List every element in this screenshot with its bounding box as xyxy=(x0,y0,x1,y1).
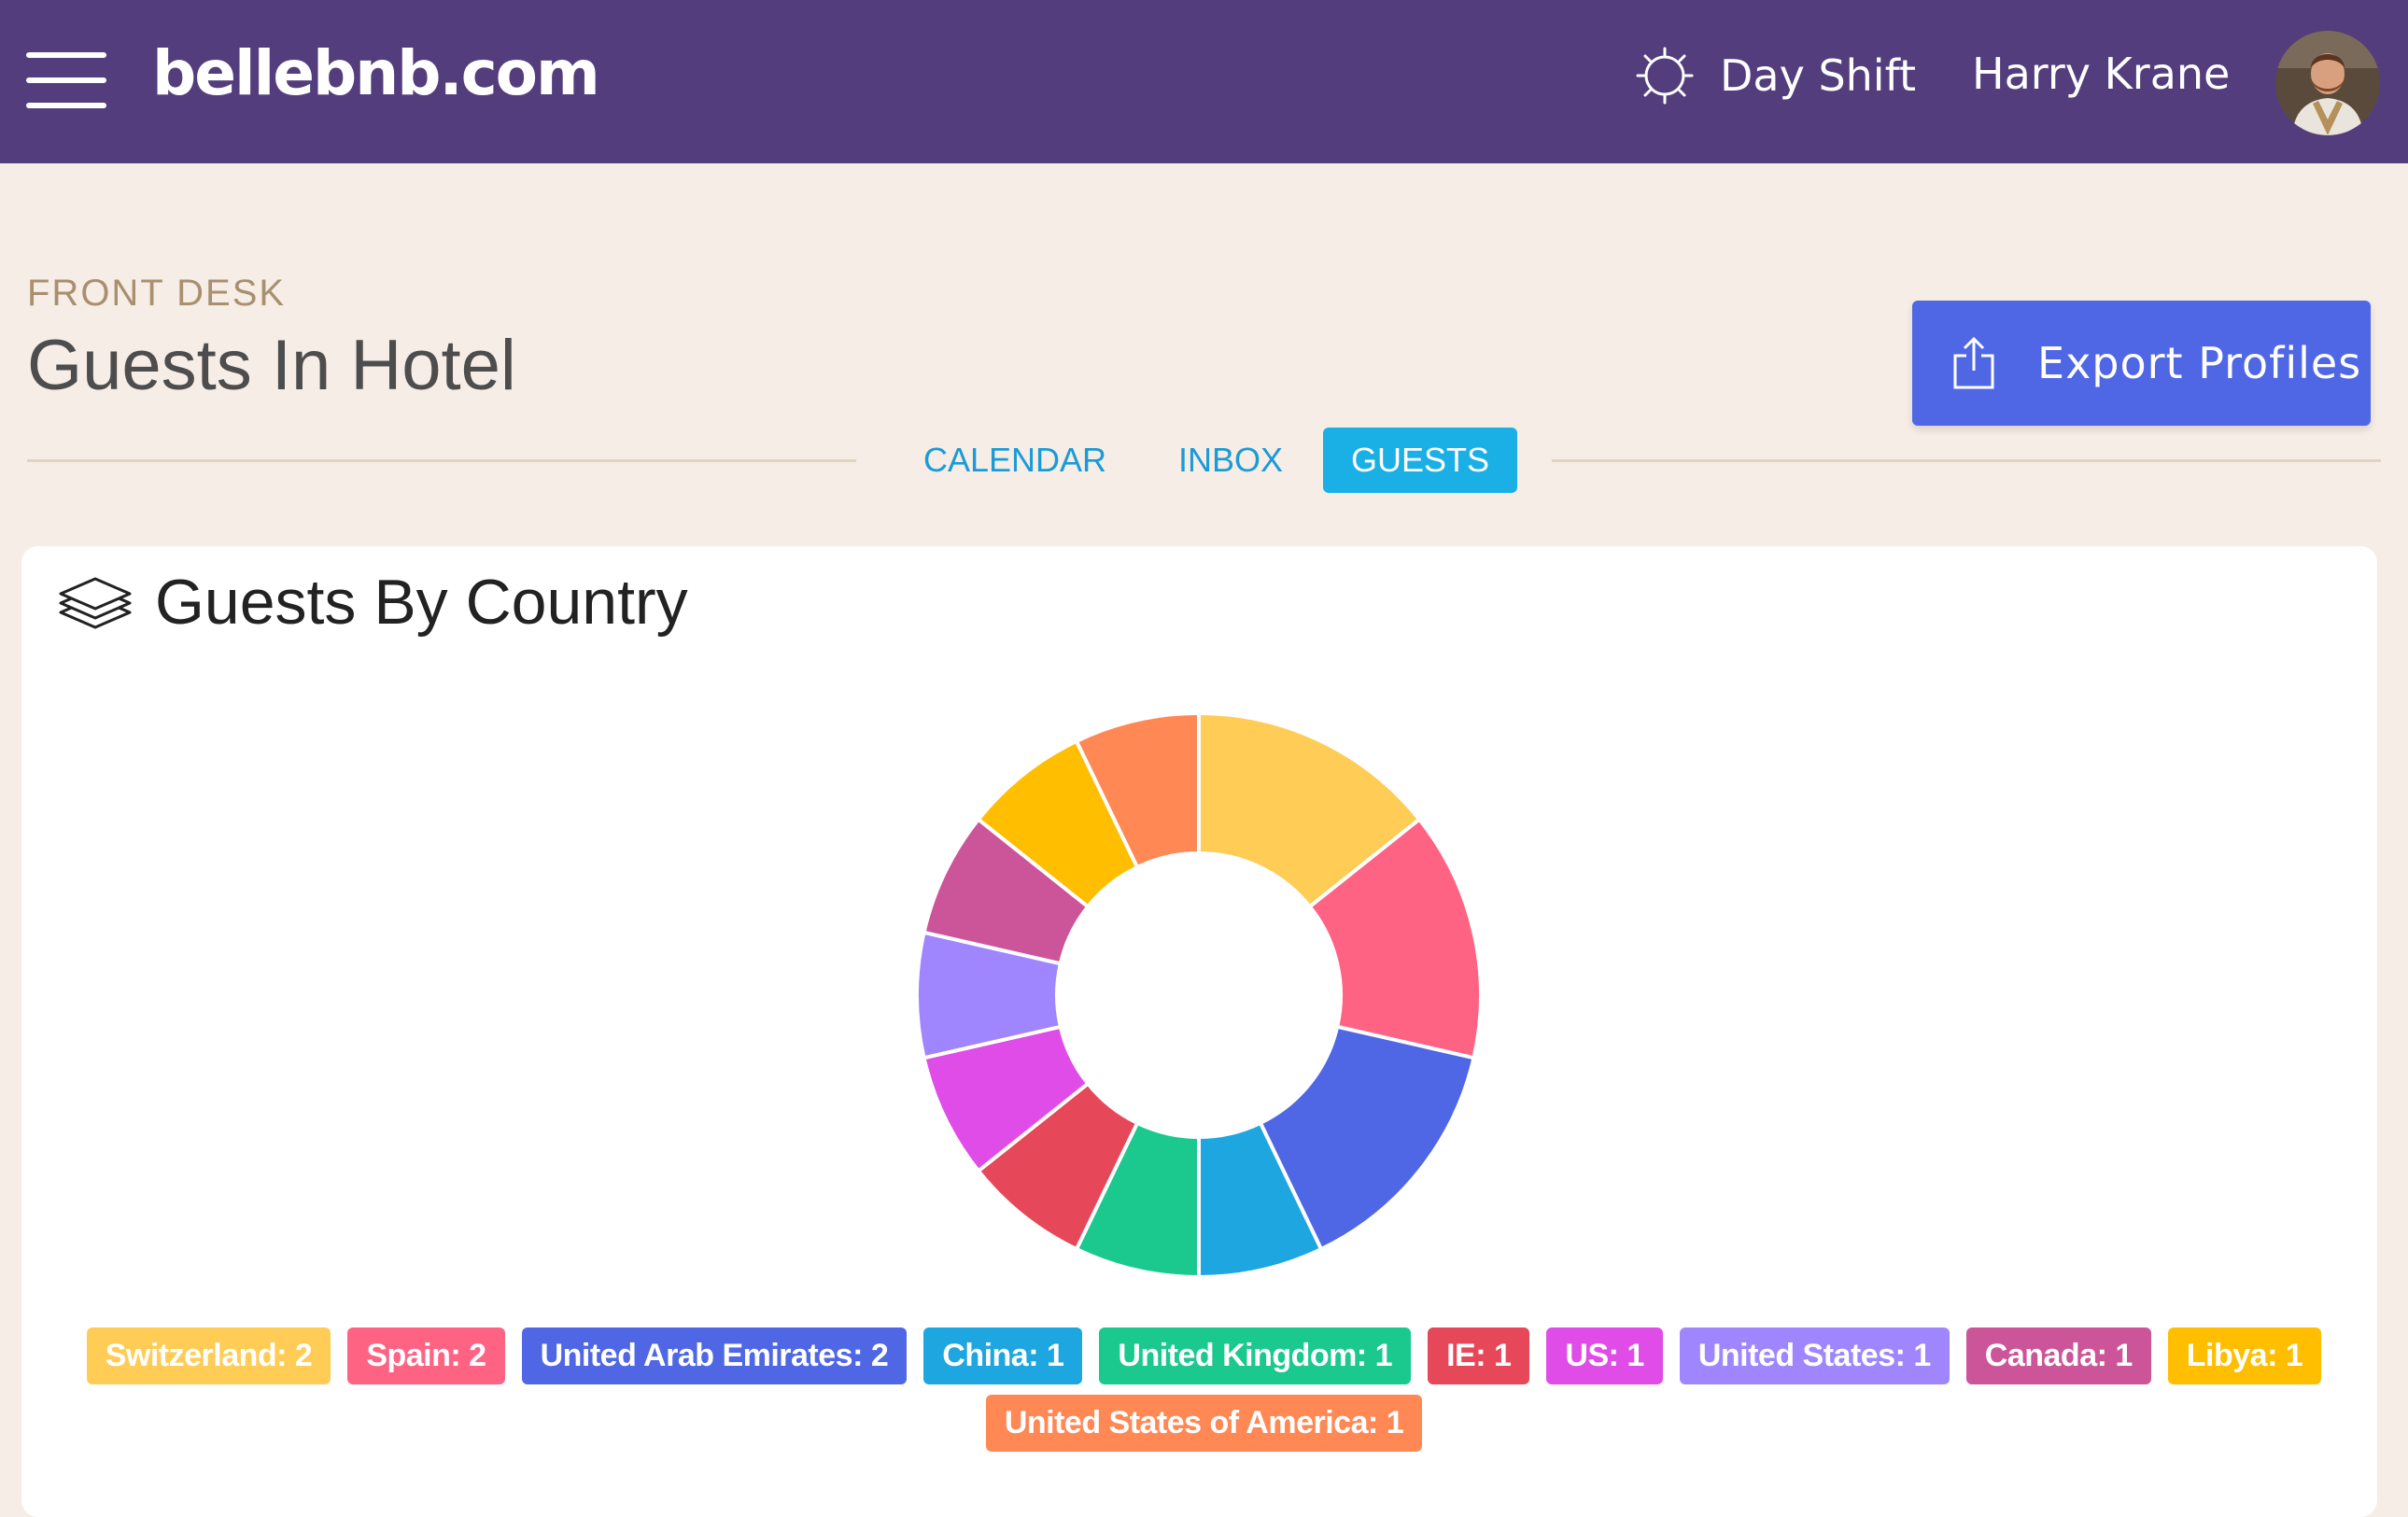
tab-guests[interactable]: GUESTS xyxy=(1323,428,1517,493)
shift-toggle[interactable]: Day Shift xyxy=(1636,43,1916,108)
export-profiles-label: Export Profiles xyxy=(2037,338,2362,388)
legend-item-united-states[interactable]: United States: 1 xyxy=(1679,1327,1950,1384)
legend-item-us[interactable]: US: 1 xyxy=(1546,1327,1663,1384)
tabs-divider-right xyxy=(1552,459,2381,462)
legend-item-spain[interactable]: Spain: 2 xyxy=(347,1327,505,1384)
export-profiles-button[interactable]: Export Profiles xyxy=(1912,301,2371,426)
sun-icon xyxy=(1636,47,1694,105)
tabs-divider-left xyxy=(27,459,856,462)
layers-icon xyxy=(59,577,132,629)
breadcrumb: FRONT DESK xyxy=(27,273,287,314)
legend-item-china[interactable]: China: 1 xyxy=(923,1327,1083,1384)
legend-item-switzerland[interactable]: Switzerland: 2 xyxy=(86,1327,331,1384)
legend-item-united-states-of-america[interactable]: United States of America: 1 xyxy=(985,1395,1423,1452)
guests-donut-chart xyxy=(915,711,1483,1279)
site-logo[interactable]: bellebnb.com xyxy=(152,37,600,109)
shift-label: Day Shift xyxy=(1720,50,1917,101)
legend-item-libya[interactable]: Libya: 1 xyxy=(2167,1327,2322,1384)
user-name[interactable]: Harry Krane xyxy=(1972,49,2230,99)
tab-inbox[interactable]: INBOX xyxy=(1160,428,1302,493)
share-icon xyxy=(1953,336,1994,389)
top-navbar: bellebnb.com Day Shift Harry Krane xyxy=(0,0,2408,163)
card-title: Guests By Country xyxy=(155,567,688,638)
legend-item-united-arab-emirates[interactable]: United Arab Emirates: 2 xyxy=(521,1327,908,1384)
legend-item-united-kingdom[interactable]: United Kingdom: 1 xyxy=(1099,1327,1412,1384)
chart-legend: Switzerland: 2 Spain: 2 United Arab Emirat… xyxy=(0,1327,2408,1462)
menu-icon[interactable] xyxy=(26,52,106,108)
legend-item-canada[interactable]: Canada: 1 xyxy=(1965,1327,2151,1384)
tab-calendar[interactable]: CALENDAR xyxy=(912,428,1118,493)
avatar[interactable] xyxy=(2275,31,2380,135)
legend-item-ie[interactable]: IE: 1 xyxy=(1428,1327,1530,1384)
page-title: Guests In Hotel xyxy=(27,326,516,405)
